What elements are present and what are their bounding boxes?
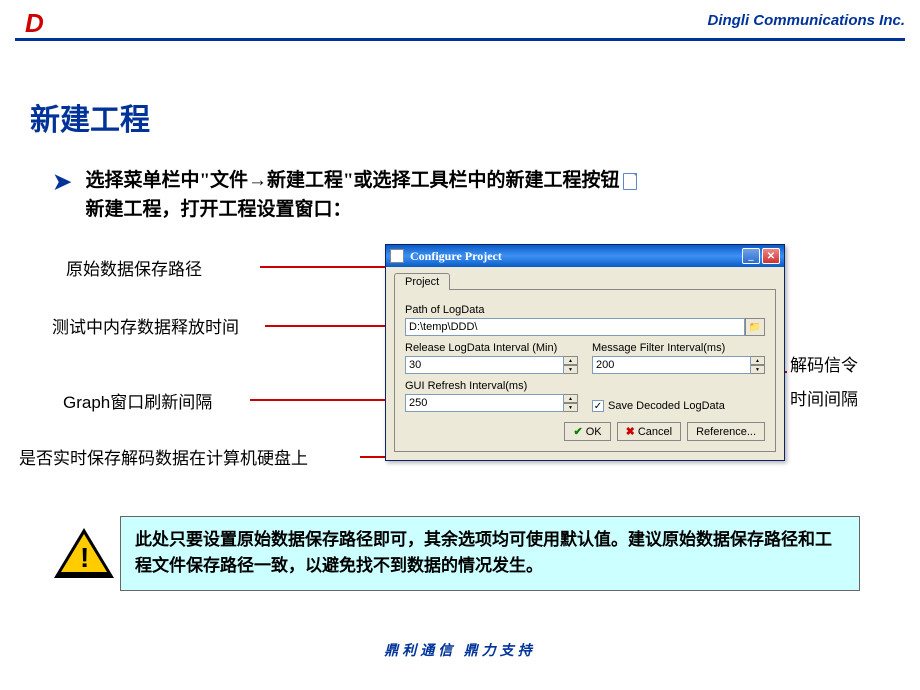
release-input[interactable]: 30 (405, 356, 564, 374)
app-icon (390, 249, 404, 263)
filter-label: Message Filter Interval(ms) (592, 342, 765, 354)
check-icon: ✔ (573, 425, 582, 438)
filter-spinner[interactable]: ▲▼ (751, 356, 765, 374)
annotation-save: 是否实时保存解码数据在计算机硬盘上 (19, 444, 308, 469)
project-tab[interactable]: Project (394, 273, 450, 290)
footer-slogan: 鼎利通信 鼎力支持 (0, 640, 920, 660)
path-label: Path of LogData (405, 304, 765, 316)
filter-input[interactable]: 200 (592, 356, 751, 374)
gui-label: GUI Refresh Interval(ms) (405, 380, 578, 392)
path-input[interactable]: D:\temp\DDD\ (405, 318, 745, 336)
gui-input[interactable]: 250 (405, 394, 564, 412)
ok-label: OK (586, 426, 602, 438)
dialog-group: Path of LogData D:\temp\DDD\ 📁 Release L… (394, 289, 776, 452)
bullet-arrow-icon: ➤ (53, 169, 71, 224)
annotation-filter-l2: 时间间隔 (790, 390, 858, 409)
cancel-button[interactable]: ✖Cancel (617, 422, 681, 441)
warning-text: 此处只要设置原始数据保存路径即可，其余选项均可使用默认值。建议原始数据保存路径和… (120, 516, 860, 591)
annotation-filter-l1: 解码信令 (790, 356, 858, 375)
reference-label: Reference... (696, 426, 756, 438)
reference-button[interactable]: Reference... (687, 422, 765, 441)
cancel-label: Cancel (638, 426, 672, 438)
gui-spinner[interactable]: ▲▼ (564, 394, 578, 412)
release-label: Release LogData Interval (Min) (405, 342, 578, 354)
bullet-line1-post: 新建工程"或选择工具栏中的新建工程按钮 (267, 170, 620, 191)
save-checkbox-label: Save Decoded LogData (608, 400, 725, 412)
bullet-item: ➤ 选择菜单栏中"文件→新建工程"或选择工具栏中的新建工程按钮 新建工程，打开工… (53, 167, 640, 224)
browse-button[interactable]: 📁 (745, 318, 765, 336)
ok-button[interactable]: ✔ OK (564, 422, 610, 441)
header-divider (15, 38, 905, 41)
dialog-title: Configure Project (410, 249, 742, 264)
bullet-line2: 新建工程，打开工程设置窗口： (85, 199, 351, 220)
warning-section: ! 此处只要设置原始数据保存路径即可，其余选项均可使用默认值。建议原始数据保存路… (48, 516, 860, 591)
release-spinner[interactable]: ▲▼ (564, 356, 578, 374)
bullet-line1-pre: 选择菜单栏中"文件 (85, 170, 248, 191)
minimize-button[interactable]: _ (742, 248, 760, 264)
annotation-release: 测试中内存数据释放时间 (52, 313, 239, 338)
annotation-path: 原始数据保存路径 (66, 255, 202, 280)
save-checkbox[interactable]: ✓ (592, 400, 604, 412)
bullet-text: 选择菜单栏中"文件→新建工程"或选择工具栏中的新建工程按钮 新建工程，打开工程设… (85, 167, 639, 224)
annotation-gui: Graph窗口刷新间隔 (63, 388, 212, 413)
dialog-titlebar[interactable]: Configure Project _ ✕ (386, 245, 784, 267)
x-icon: ✖ (626, 425, 635, 438)
logo: D (25, 8, 42, 39)
configure-project-dialog: Configure Project _ ✕ Project Path of Lo… (385, 244, 785, 461)
annotation-filter: 解码信令 时间间隔 (790, 349, 858, 417)
company-name: Dingli Communications Inc. (707, 12, 905, 29)
menu-arrow-icon: → (248, 170, 267, 191)
page-title: 新建工程 (30, 95, 150, 139)
new-project-icon (623, 173, 637, 190)
close-button[interactable]: ✕ (762, 248, 780, 264)
warning-icon: ! (54, 528, 110, 578)
slide-header: D Dingli Communications Inc. (0, 0, 920, 40)
